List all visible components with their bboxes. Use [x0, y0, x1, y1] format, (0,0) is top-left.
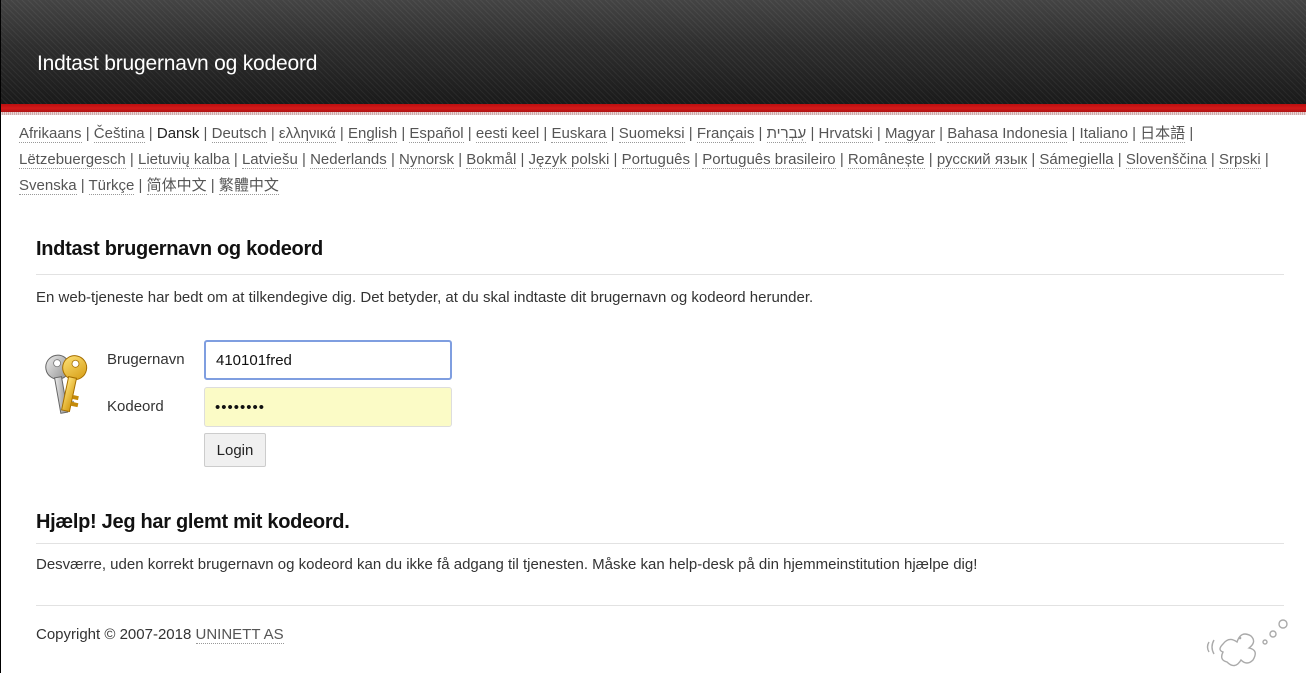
- language-link[interactable]: Latviešu: [241, 151, 298, 169]
- language-separator: |: [1260, 151, 1269, 168]
- language-link[interactable]: Français: [696, 125, 755, 143]
- language-separator: |: [539, 125, 552, 142]
- language-separator: |: [125, 151, 138, 168]
- language-separator: |: [1206, 151, 1219, 168]
- copyright-text: Copyright © 2007-2018: [36, 626, 192, 643]
- language-link[interactable]: English: [347, 125, 398, 143]
- language-separator: |: [206, 177, 219, 194]
- language-separator: |: [924, 151, 937, 168]
- password-field[interactable]: [204, 387, 452, 427]
- language-link[interactable]: Português brasileiro: [702, 151, 836, 169]
- header-accent-bar: [1, 104, 1306, 115]
- footer: Copyright © 2007-2018 UNINETT AS: [36, 626, 284, 644]
- language-separator: |: [609, 151, 622, 168]
- language-link[interactable]: Lëtzebuergesch: [19, 151, 126, 169]
- language-link[interactable]: Türkçe: [88, 177, 135, 195]
- language-link[interactable]: ελληνικά: [278, 125, 336, 143]
- language-bar: Afrikaans | Čeština | Dansk | Deutsch | …: [19, 121, 1304, 199]
- username-field[interactable]: [204, 340, 452, 380]
- language-separator: |: [934, 125, 948, 142]
- key-icon: [45, 354, 88, 414]
- language-separator: |: [397, 125, 410, 142]
- language-separator: |: [76, 177, 89, 194]
- page-header: Indtast brugernavn og kodeord: [1, 0, 1306, 104]
- language-link[interactable]: Bokmål: [466, 151, 517, 169]
- language-separator: |: [1185, 125, 1194, 142]
- language-link[interactable]: русский язык: [936, 151, 1028, 169]
- divider: [36, 543, 1284, 544]
- language-separator: |: [199, 125, 212, 142]
- language-link[interactable]: Euskara: [551, 125, 607, 143]
- login-intro-text: En web-tjeneste har bedt om at tilkendeg…: [36, 289, 814, 306]
- language-link[interactable]: Svenska: [19, 177, 77, 195]
- language-separator: |: [134, 177, 147, 194]
- language-separator: |: [516, 151, 529, 168]
- language-separator: |: [144, 125, 157, 142]
- help-heading: Hjælp! Jeg har glemt mit kodeord.: [36, 511, 350, 533]
- language-link[interactable]: eesti keel: [475, 125, 540, 143]
- help-text: Desværre, uden korrekt brugernavn og kod…: [36, 556, 978, 573]
- password-label: Kodeord: [107, 398, 164, 415]
- language-link[interactable]: עִבְרִית: [766, 125, 807, 143]
- language-link[interactable]: Hrvatski: [818, 125, 873, 143]
- language-separator: |: [297, 151, 311, 168]
- language-separator: |: [835, 151, 848, 168]
- login-button[interactable]: Login: [204, 433, 266, 467]
- language-link: Dansk: [156, 125, 200, 142]
- language-separator: |: [1067, 125, 1080, 142]
- language-link[interactable]: Język polski: [528, 151, 610, 169]
- language-link[interactable]: Español: [409, 125, 464, 143]
- language-link[interactable]: Deutsch: [211, 125, 267, 143]
- language-separator: |: [81, 125, 94, 142]
- language-link[interactable]: Português: [621, 151, 691, 169]
- footer-divider: [36, 605, 1284, 606]
- language-separator: |: [872, 125, 885, 142]
- language-link[interactable]: Srpski: [1219, 151, 1261, 169]
- language-separator: |: [606, 125, 619, 142]
- language-link[interactable]: 日本語: [1140, 125, 1186, 143]
- language-separator: |: [806, 125, 819, 142]
- language-separator: |: [266, 125, 279, 142]
- username-label: Brugernavn: [107, 351, 185, 368]
- language-separator: |: [754, 125, 767, 142]
- language-link[interactable]: Nynorsk: [399, 151, 455, 169]
- language-separator: |: [1027, 151, 1040, 168]
- language-link[interactable]: Sámegiella: [1039, 151, 1114, 169]
- divider: [36, 274, 1284, 275]
- language-link[interactable]: Afrikaans: [19, 125, 82, 143]
- language-separator: |: [1113, 151, 1126, 168]
- language-link[interactable]: Lietuvių kalba: [137, 151, 230, 169]
- language-link[interactable]: 繁體中文: [218, 177, 279, 195]
- language-separator: |: [454, 151, 467, 168]
- company-link[interactable]: UNINETT AS: [195, 626, 284, 644]
- language-separator: |: [1127, 125, 1141, 142]
- help-section: Hjælp! Jeg har glemt mit kodeord.: [36, 511, 1284, 534]
- language-separator: |: [229, 151, 242, 168]
- language-link[interactable]: Čeština: [93, 125, 145, 143]
- language-separator: |: [335, 125, 348, 142]
- language-link[interactable]: Magyar: [884, 125, 935, 143]
- language-separator: |: [690, 151, 703, 168]
- header-title: Indtast brugernavn og kodeord: [37, 52, 318, 75]
- language-link[interactable]: Slovenščina: [1125, 151, 1207, 169]
- language-link[interactable]: Suomeksi: [618, 125, 685, 143]
- language-link[interactable]: Italiano: [1079, 125, 1128, 143]
- language-separator: |: [386, 151, 400, 168]
- language-link[interactable]: Bahasa Indonesia: [947, 125, 1068, 143]
- language-link[interactable]: Românește: [847, 151, 925, 169]
- login-heading: Indtast brugernavn og kodeord: [36, 238, 323, 260]
- simplesaml-logo-icon: [1206, 619, 1288, 667]
- language-link[interactable]: 简体中文: [146, 177, 207, 195]
- language-separator: |: [463, 125, 476, 142]
- login-section: Indtast brugernavn og kodeord: [36, 238, 1284, 261]
- language-separator: |: [684, 125, 697, 142]
- language-link[interactable]: Nederlands: [310, 151, 387, 169]
